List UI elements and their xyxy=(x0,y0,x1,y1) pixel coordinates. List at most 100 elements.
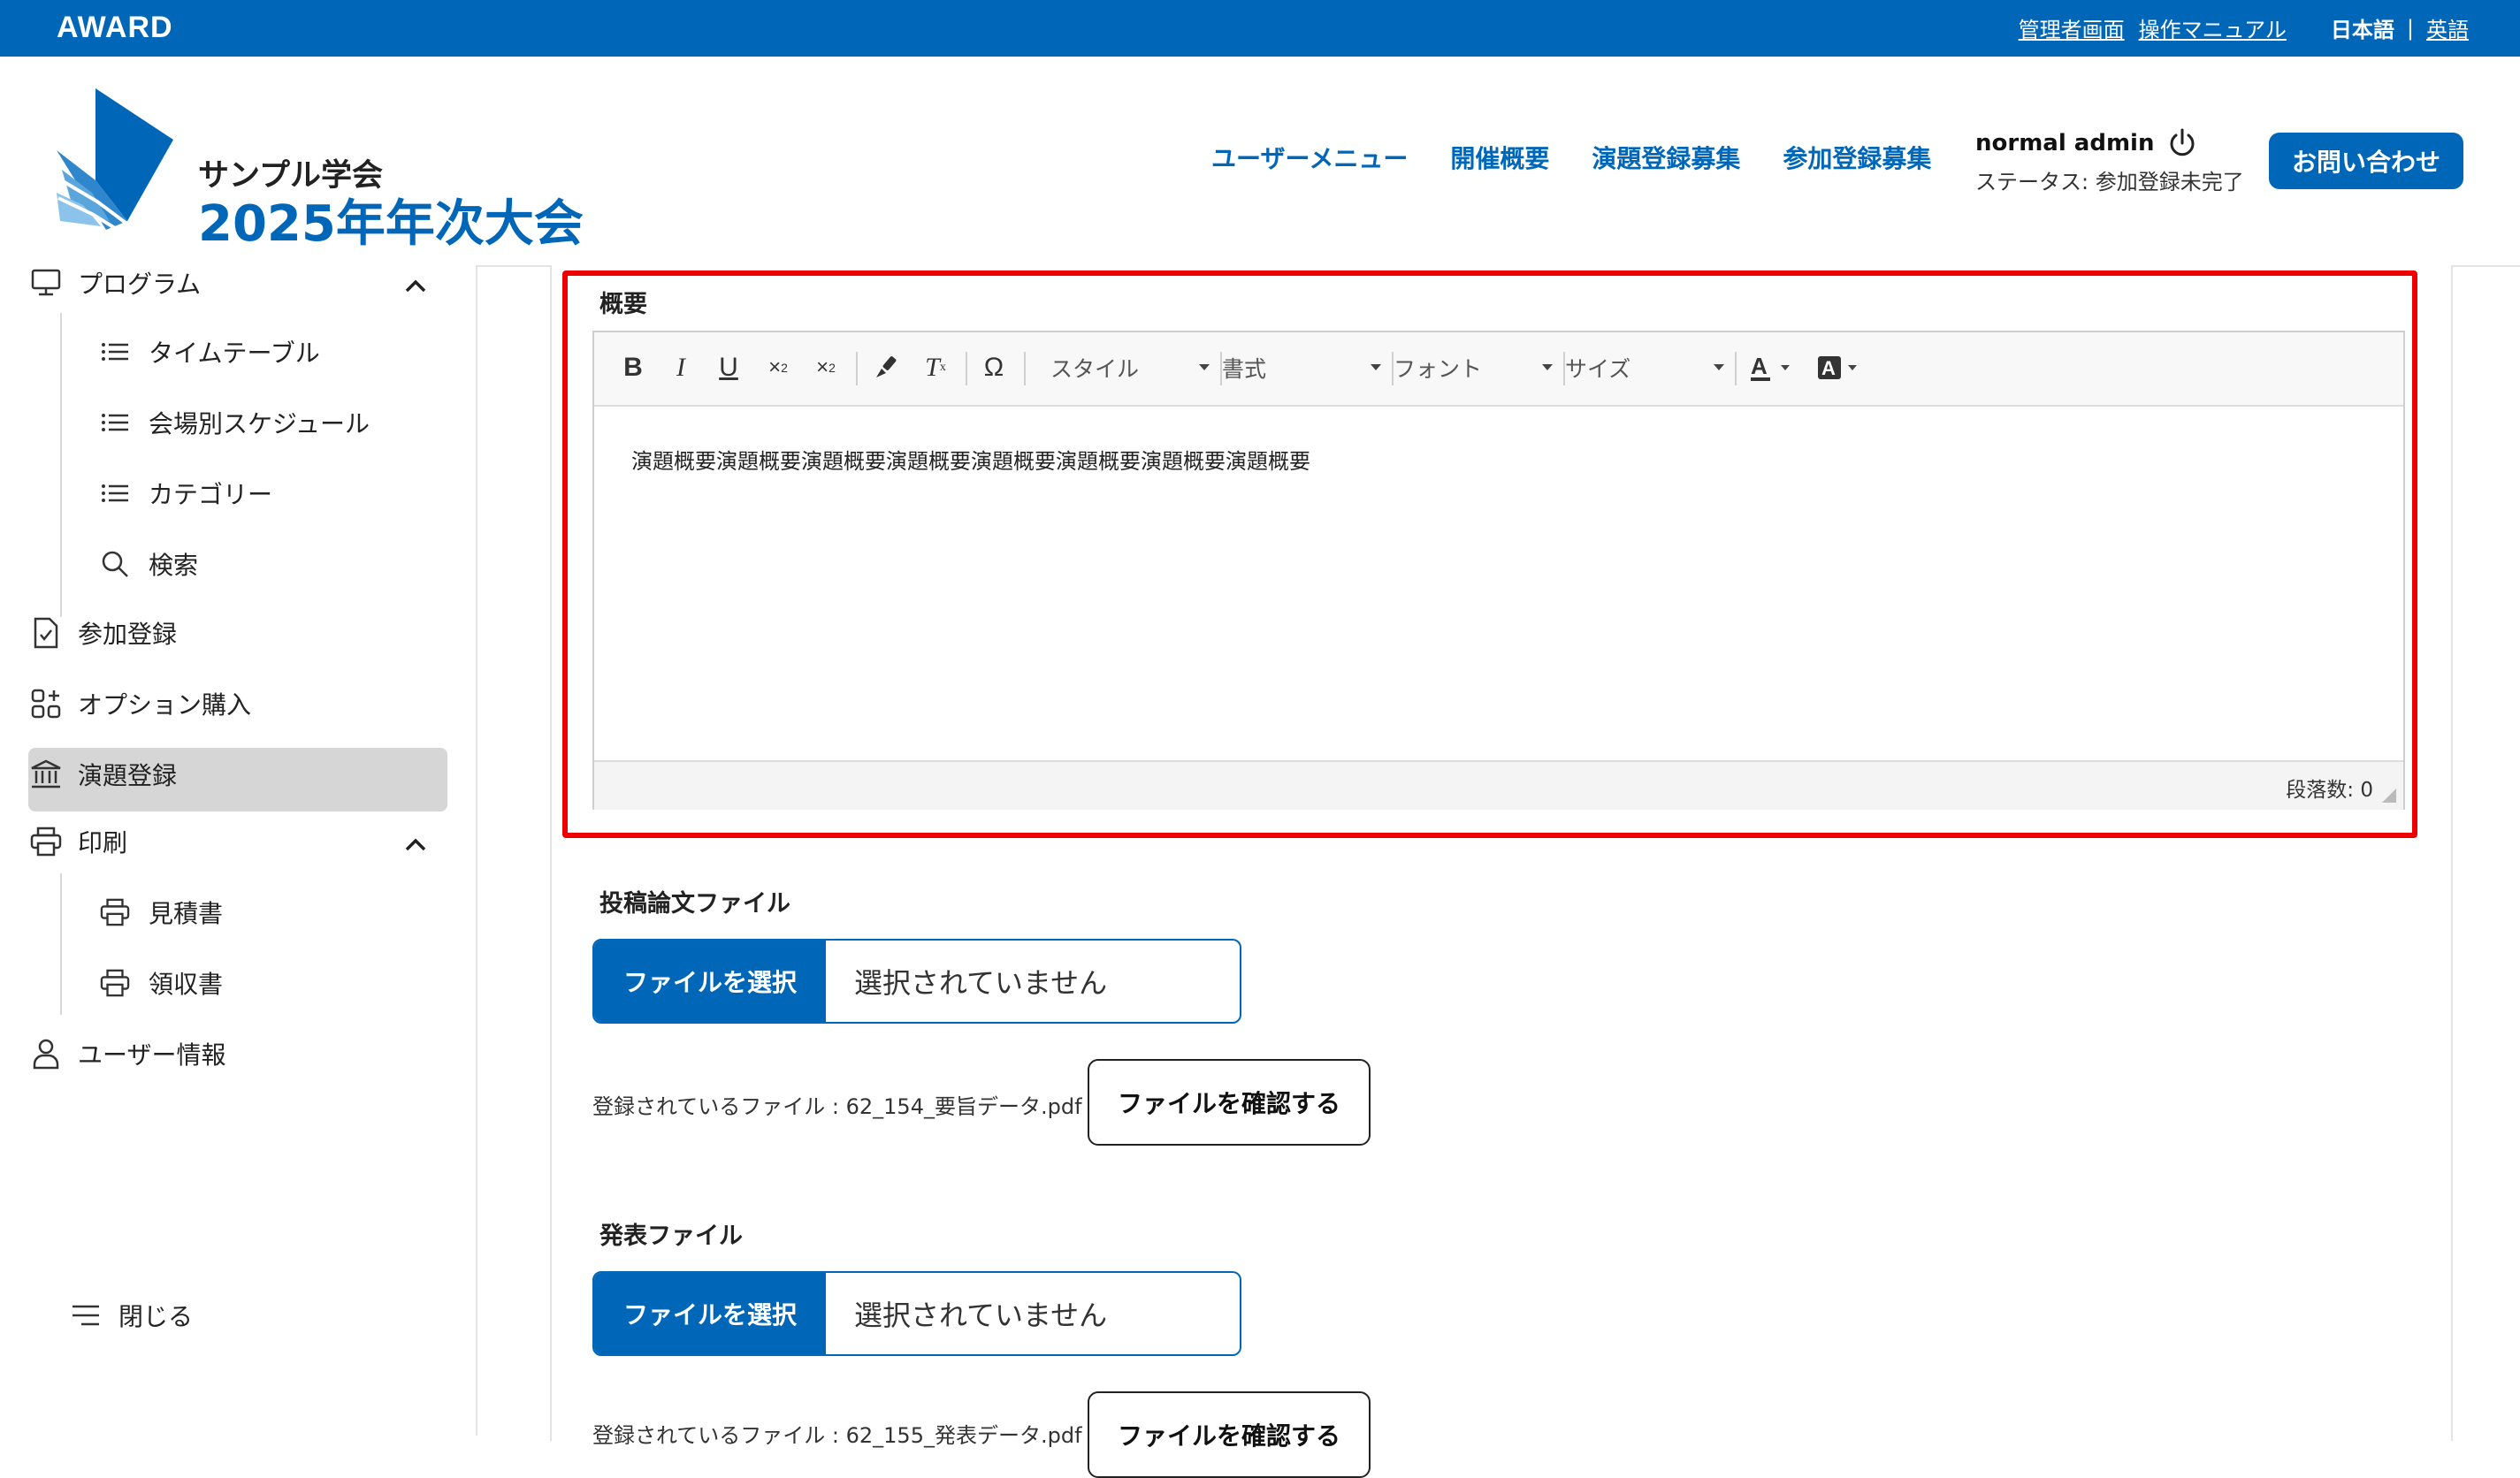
sidebar-item-print[interactable]: 印刷 xyxy=(28,824,127,859)
special-character-button[interactable]: Ω xyxy=(976,350,1012,385)
award-logo[interactable]: AWARD xyxy=(57,11,173,45)
sidebar-item-label: 印刷 xyxy=(78,828,128,857)
paper-confirm-file-button[interactable]: ファイルを確認する xyxy=(1088,1059,1371,1146)
nav-abstract-call[interactable]: 演題登録募集 xyxy=(1592,140,1740,175)
copy-format-button[interactable] xyxy=(868,350,904,385)
underline-button[interactable]: U xyxy=(713,350,745,385)
nav-registration-call[interactable]: 参加登録募集 xyxy=(1783,140,1931,175)
format-dropdown[interactable]: 書式 xyxy=(1222,348,1381,387)
sidebar-close-button[interactable]: 閉じる xyxy=(71,1298,193,1333)
printer-icon xyxy=(99,967,131,999)
sidebar-item-category[interactable]: カテゴリー xyxy=(99,476,272,511)
sidebar-item-receipt[interactable]: 領収書 xyxy=(99,965,223,1001)
svg-text:A: A xyxy=(1821,357,1836,379)
sidebar-close-label: 閉じる xyxy=(118,1302,194,1331)
toolbar-separator xyxy=(1024,352,1026,385)
sidebar-item-label: 検索 xyxy=(149,551,199,580)
user-name-row: normal admin xyxy=(1975,127,2244,159)
presentation-file-input[interactable]: ファイルを選択 選択されていません xyxy=(592,1271,1241,1356)
main-nav: ユーザーメニュー 開催概要 演題登録募集 参加登録募集 xyxy=(1211,140,1974,175)
sidebar-item-options[interactable]: オプション購入 xyxy=(28,686,251,721)
paper-registered-file: 登録されているファイル : 62_154_要旨データ.pdf xyxy=(592,1094,1082,1119)
document-check-icon xyxy=(28,615,64,651)
subscript-button[interactable]: × 2 xyxy=(760,350,796,385)
sidebar-item-participation[interactable]: 参加登録 xyxy=(28,615,177,651)
presentation-choose-file-button[interactable]: ファイルを選択 xyxy=(594,1273,826,1354)
paper-choose-file-button[interactable]: ファイルを選択 xyxy=(594,941,826,1022)
user-name: normal admin xyxy=(1975,130,2155,156)
event-brand[interactable]: サンプル学会 2025年年次大会 xyxy=(57,88,584,253)
contact-button[interactable]: お問い合わせ xyxy=(2269,133,2463,189)
search-icon xyxy=(99,548,131,580)
style-dropdown[interactable]: スタイル xyxy=(1050,348,1210,387)
sidebar-item-user-info[interactable]: ユーザー情報 xyxy=(28,1036,225,1071)
event-title: 2025年年次大会 xyxy=(198,195,584,253)
sidebar-tree-line xyxy=(60,313,62,617)
user-box: normal admin ステータス: 参加登録未完了 xyxy=(1975,127,2244,195)
sidebar-item-estimate[interactable]: 見積書 xyxy=(99,895,223,930)
language-current: 日本語 xyxy=(2330,18,2394,42)
nav-event-overview[interactable]: 開催概要 xyxy=(1450,140,1549,175)
dropdown-arrow-icon xyxy=(1542,364,1553,370)
format-dropdown-label: 書式 xyxy=(1222,356,1267,382)
operation-manual-link[interactable]: 操作マニュアル xyxy=(2139,12,2287,43)
sidebar-item-timetable[interactable]: タイムテーブル xyxy=(99,334,320,370)
sidebar-tree-line xyxy=(60,873,62,1015)
nav-user-menu[interactable]: ユーザーメニュー xyxy=(1211,140,1408,175)
italic-button[interactable]: I xyxy=(665,350,697,385)
dropdown-arrow-icon xyxy=(1199,364,1210,370)
paragraph-count: 段落数: 0 xyxy=(2286,779,2373,802)
sidebar-item-abstract-registration[interactable]: 演題登録 xyxy=(28,757,177,792)
presentation-confirm-file-button[interactable]: ファイルを確認する xyxy=(1088,1391,1371,1478)
sidebar-item-label: タイムテーブル xyxy=(149,339,320,368)
size-dropdown[interactable]: サイズ xyxy=(1565,348,1724,387)
sidebar-item-label: ユーザー情報 xyxy=(78,1040,226,1070)
svg-text:A: A xyxy=(1751,353,1768,379)
user-status: ステータス: 参加登録未完了 xyxy=(1975,170,2244,194)
chevron-up-icon[interactable] xyxy=(401,836,430,854)
superscript-button[interactable]: × 2 xyxy=(808,350,844,385)
paper-file-input[interactable]: ファイルを選択 選択されていません xyxy=(592,939,1241,1024)
bold-button[interactable]: B xyxy=(617,350,649,385)
toolbar-separator xyxy=(1735,352,1737,385)
font-dropdown[interactable]: フォント xyxy=(1394,348,1553,387)
sidebar-item-label: 演題登録 xyxy=(78,761,178,790)
summary-label: 概要 xyxy=(599,291,647,318)
power-icon[interactable] xyxy=(2166,127,2198,159)
text-color-button[interactable]: A xyxy=(1747,350,1800,385)
sidebar-item-label: 領収書 xyxy=(149,970,224,999)
list-icon xyxy=(99,336,131,368)
language-separator: | xyxy=(2406,15,2414,41)
presentation-registered-file: 登録されているファイル : 62_155_発表データ.pdf xyxy=(592,1423,1082,1448)
remove-format-button[interactable]: Tx xyxy=(918,350,953,385)
bank-icon xyxy=(28,757,64,792)
dropdown-arrow-icon xyxy=(1714,364,1724,370)
sidebar-item-label: カテゴリー xyxy=(149,480,273,509)
user-icon xyxy=(28,1036,64,1071)
sidebar-item-label: プログラム xyxy=(78,270,202,299)
apps-icon xyxy=(28,686,64,721)
sidebar-item-venue-schedule[interactable]: 会場別スケジュール xyxy=(99,405,370,440)
chevron-up-icon[interactable] xyxy=(401,278,430,295)
sidebar-item-label: 見積書 xyxy=(149,899,224,928)
editor-content-area[interactable]: 演題概要演題概要演題概要演題概要演題概要演題概要演題概要演題概要 xyxy=(594,405,2403,758)
printer-icon xyxy=(28,824,64,859)
top-bar: AWARD 管理者画面 操作マニュアル 日本語 | 英語 xyxy=(0,0,2520,57)
sidebar-item-program[interactable]: プログラム xyxy=(28,265,201,301)
sidebar-item-search[interactable]: 検索 xyxy=(99,546,198,582)
menu-icon xyxy=(73,1305,99,1326)
resize-handle-icon[interactable] xyxy=(2382,789,2396,803)
text-color-icon: A xyxy=(1751,353,1790,381)
paintbrush-icon xyxy=(876,356,897,377)
admin-screen-link[interactable]: 管理者画面 xyxy=(2019,12,2125,43)
paper-file-status: 選択されていません xyxy=(854,966,1108,1000)
sidebar-item-label: 参加登録 xyxy=(78,620,178,649)
background-color-button[interactable]: A xyxy=(1814,350,1867,385)
size-dropdown-label: サイズ xyxy=(1565,356,1631,382)
sidebar-item-label: オプション購入 xyxy=(78,690,252,720)
list-icon xyxy=(99,407,131,438)
background-color-icon: A xyxy=(1818,356,1857,379)
paper-file-label: 投稿論文ファイル xyxy=(599,890,790,918)
presentation-file-status: 選択されていません xyxy=(854,1299,1108,1332)
language-english-link[interactable]: 英語 xyxy=(2426,12,2469,43)
